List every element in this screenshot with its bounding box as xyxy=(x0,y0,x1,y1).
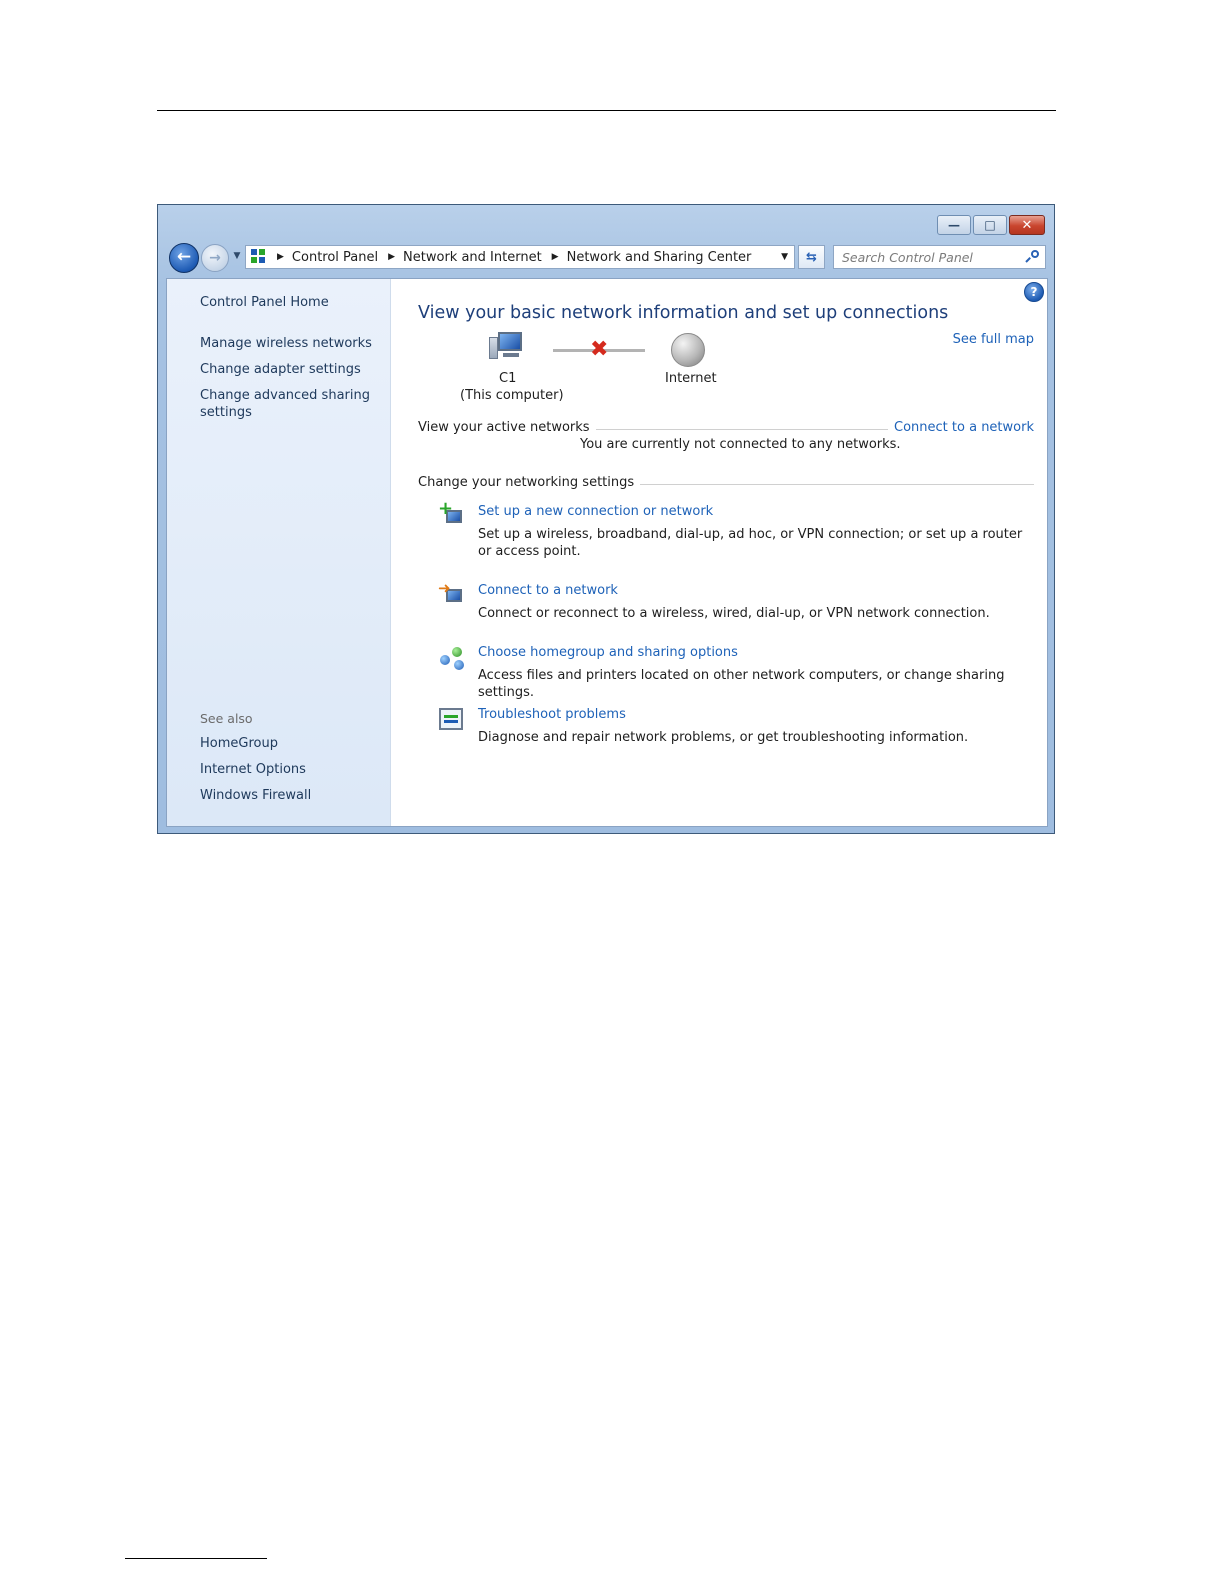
minimize-icon: — xyxy=(948,218,960,232)
recent-pages-button[interactable]: ▼ xyxy=(231,251,243,263)
search-icon[interactable] xyxy=(1025,250,1039,264)
address-bar[interactable]: ▶ Control Panel ▶ Network and Internet ▶… xyxy=(245,245,795,269)
client-area: Control Panel Home Manage wireless netwo… xyxy=(166,278,1048,827)
disconnected-x-icon[interactable]: ✖ xyxy=(590,339,608,361)
sidebar-item-windows-firewall[interactable]: Windows Firewall xyxy=(200,788,311,803)
new-connection-icon[interactable]: + xyxy=(438,500,466,530)
breadcrumb-separator[interactable]: ▶ xyxy=(388,252,395,262)
document-footnote-rule xyxy=(125,1558,267,1559)
troubleshoot-icon[interactable] xyxy=(438,707,466,733)
refresh-icon: ⇆ xyxy=(806,249,817,265)
maximize-icon: □ xyxy=(984,218,996,232)
computer-name-label: C1 xyxy=(499,371,517,386)
sidebar-item-internet-options[interactable]: Internet Options xyxy=(200,762,306,777)
help-icon[interactable]: ? xyxy=(1024,282,1044,302)
back-button[interactable]: ← xyxy=(169,243,199,273)
connect-network-icon[interactable]: ➜ xyxy=(438,581,466,609)
no-networks-message: You are currently not connected to any n… xyxy=(580,437,901,452)
caption-buttons: — □ ✕ xyxy=(937,215,1045,235)
connect-network-link[interactable]: Connect to a network xyxy=(478,583,618,598)
sidebar: Control Panel Home Manage wireless netwo… xyxy=(167,279,391,826)
homegroup-description: Access files and printers located on oth… xyxy=(478,668,1005,700)
troubleshoot-description: Diagnose and repair network problems, or… xyxy=(478,730,969,745)
connect-to-network-link[interactable]: Connect to a network xyxy=(888,420,1034,435)
refresh-button[interactable]: ⇆ xyxy=(798,245,825,269)
search-input[interactable] xyxy=(842,249,1012,265)
back-arrow-icon: ← xyxy=(176,247,192,267)
breadcrumb-network-internet[interactable]: Network and Internet xyxy=(403,250,542,265)
homegroup-icon[interactable] xyxy=(438,645,466,671)
internet-label: Internet xyxy=(665,371,717,386)
maximize-button[interactable]: □ xyxy=(973,215,1007,235)
network-folder-icon xyxy=(251,249,267,265)
minimize-button[interactable]: — xyxy=(937,215,971,235)
sidebar-item-change-adapter[interactable]: Change adapter settings xyxy=(200,362,361,377)
forward-button[interactable]: → xyxy=(201,244,229,272)
breadcrumb-separator[interactable]: ▶ xyxy=(277,252,284,262)
connect-network-description: Connect or reconnect to a wireless, wire… xyxy=(478,606,990,621)
homegroup-link[interactable]: Choose homegroup and sharing options xyxy=(478,645,738,660)
search-box xyxy=(833,245,1046,269)
sidebar-item-advanced-sharing[interactable]: Change advanced sharing settings xyxy=(200,387,370,421)
breadcrumb-separator[interactable]: ▶ xyxy=(552,252,559,262)
sidebar-item-manage-wireless[interactable]: Manage wireless networks xyxy=(200,336,372,351)
this-computer-label: (This computer) xyxy=(460,388,564,403)
close-button[interactable]: ✕ xyxy=(1009,215,1045,235)
breadcrumb-network-sharing-center[interactable]: Network and Sharing Center xyxy=(567,250,752,265)
computer-icon[interactable] xyxy=(489,332,525,364)
setup-connection-link[interactable]: Set up a new connection or network xyxy=(478,504,713,519)
chevron-down-icon: ▼ xyxy=(233,251,241,261)
page-title: View your basic network information and … xyxy=(418,303,949,323)
address-dropdown-icon[interactable]: ▼ xyxy=(781,252,788,262)
breadcrumb-control-panel[interactable]: Control Panel xyxy=(292,250,378,265)
sidebar-item-control-panel-home[interactable]: Control Panel Home xyxy=(200,295,329,310)
networking-settings-heading: Change your networking settings xyxy=(418,475,641,490)
sidebar-item-homegroup[interactable]: HomeGroup xyxy=(200,736,278,751)
setup-connection-description: Set up a wireless, broadband, dial-up, a… xyxy=(478,527,1023,559)
see-also-heading: See also xyxy=(200,711,253,726)
troubleshoot-link[interactable]: Troubleshoot problems xyxy=(478,707,626,722)
forward-arrow-icon: → xyxy=(209,250,221,266)
internet-globe-icon[interactable] xyxy=(671,333,705,367)
network-sharing-center-window: — □ ✕ ← → ▼ ▶ Control Panel ▶ Network an… xyxy=(157,204,1055,834)
active-networks-heading: View your active networks xyxy=(418,420,596,435)
main-content: ? View your basic network information an… xyxy=(391,279,1047,826)
see-full-map-link[interactable]: See full map xyxy=(953,332,1034,347)
close-icon: ✕ xyxy=(1021,217,1033,233)
document-header-rule xyxy=(157,110,1056,111)
